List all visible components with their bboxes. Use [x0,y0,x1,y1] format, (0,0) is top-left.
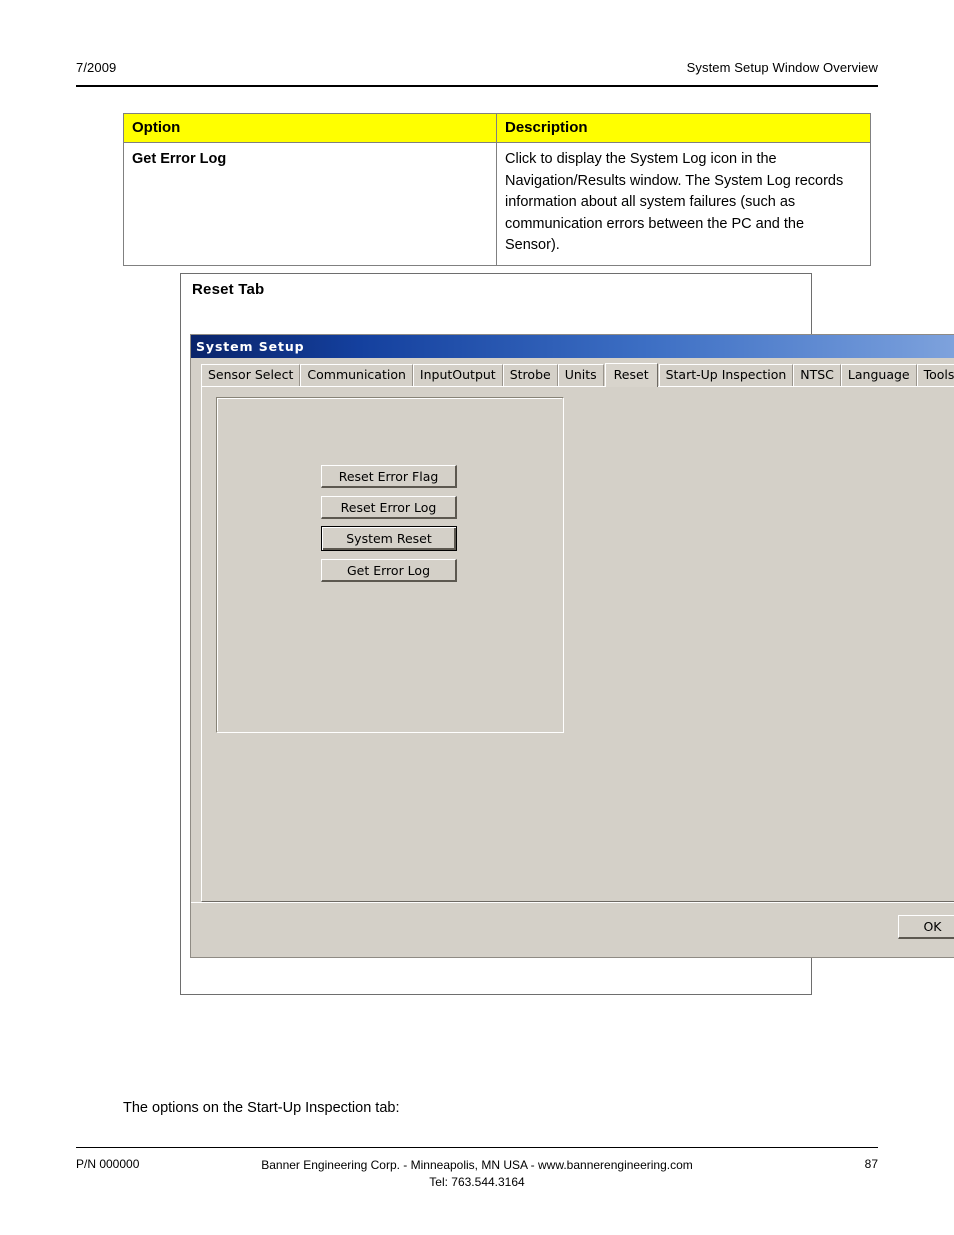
footer-divider [76,1147,878,1148]
page-footer: P/N 000000 Banner Engineering Corp. - Mi… [76,1157,878,1197]
system-reset-button[interactable]: System Reset [321,526,457,551]
table-row: Get Error Log Click to display the Syste… [123,142,871,266]
footer-company-info: Banner Engineering Corp. - Minneapolis, … [76,1157,878,1191]
tab-language[interactable]: Language [840,364,917,386]
tab-tools-configuration[interactable]: Tools Configurat [916,364,954,386]
tab-reset[interactable]: Reset [604,363,658,387]
cell-option-description: Click to display the System Log icon in … [496,142,871,266]
dialog-tabstrip: Sensor Select Communication InputOutput … [201,363,954,387]
tab-ntsc[interactable]: NTSC [793,364,841,386]
tab-start-up-inspection[interactable]: Start-Up Inspection [658,364,794,386]
tab-input-output[interactable]: InputOutput [412,364,503,386]
system-setup-dialog: System Setup Sensor Select Communication… [190,334,954,958]
reset-tab-page: Reset Error Flag Reset Error Log System … [201,386,954,902]
reset-error-flag-button[interactable]: Reset Error Flag [321,465,457,488]
dialog-footer: OK [191,902,954,955]
header-divider [76,85,878,87]
reset-group-box: Reset Error Flag Reset Error Log System … [216,397,564,733]
cell-option-name: Get Error Log [123,142,497,266]
tab-strobe[interactable]: Strobe [502,364,558,386]
figure-caption: Reset Tab [192,281,265,298]
header-section-title: System Setup Window Overview [686,60,878,75]
column-header-description: Description [496,113,871,143]
body-paragraph: The options on the Start-Up Inspection t… [123,1100,400,1116]
table-header-row: Option Description [123,113,871,143]
header-date: 7/2009 [76,60,117,75]
footer-page-number: 87 [864,1157,878,1171]
tab-units[interactable]: Units [557,364,604,386]
tab-communication[interactable]: Communication [300,364,413,386]
page-header: 7/2009 System Setup Window Overview [76,60,878,84]
tab-sensor-select[interactable]: Sensor Select [201,364,301,386]
ok-button[interactable]: OK [898,915,954,939]
footer-company-line-2: Tel: 763.544.3164 [429,1175,525,1189]
dialog-title: System Setup [196,339,305,354]
reset-button-stack: Reset Error Flag Reset Error Log System … [321,465,457,590]
dialog-titlebar: System Setup [191,335,954,358]
get-error-log-button[interactable]: Get Error Log [321,559,457,582]
column-header-option: Option [123,113,497,143]
footer-company-line-1: Banner Engineering Corp. - Minneapolis, … [261,1158,693,1172]
reset-error-log-button[interactable]: Reset Error Log [321,496,457,519]
options-table: Option Description Get Error Log Click t… [123,113,871,266]
